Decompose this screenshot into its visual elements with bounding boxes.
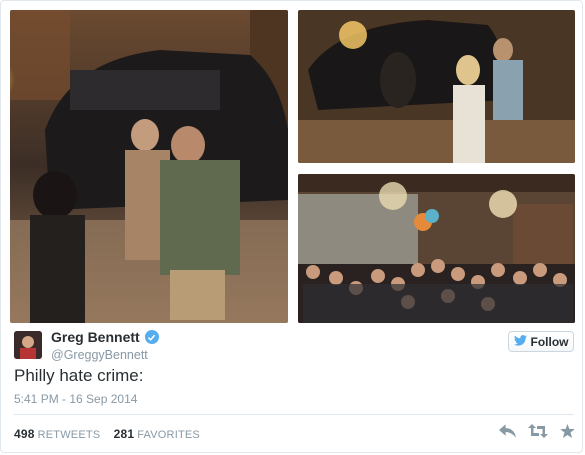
follow-button[interactable]: Follow xyxy=(508,331,574,352)
avatar-image xyxy=(14,331,42,359)
retweets-stat[interactable]: 498 RETWEETS xyxy=(14,427,101,441)
star-icon[interactable] xyxy=(560,424,575,438)
author-name-row[interactable]: Greg Bennett xyxy=(51,329,159,345)
tweet-actions xyxy=(499,424,575,438)
divider xyxy=(14,414,574,415)
favorites-label: FAVORITES xyxy=(137,429,200,441)
tweet-card: Greg Bennett @GreggyBennett Follow Phill… xyxy=(0,0,583,453)
retweet-icon[interactable] xyxy=(528,424,548,438)
favorites-count: 281 xyxy=(113,427,135,441)
tweet-timestamp[interactable]: 5:41 PM - 16 Sep 2014 xyxy=(14,392,137,406)
verified-badge-icon xyxy=(144,330,159,344)
tweet-photo-group[interactable] xyxy=(298,174,575,323)
tweet-photo-street-group[interactable] xyxy=(10,10,288,323)
reply-icon[interactable] xyxy=(499,424,516,438)
tweet-stats: 498 RETWEETS 281 FAVORITES xyxy=(14,427,200,441)
group-photo-image xyxy=(298,174,575,323)
retweets-count: 498 xyxy=(14,427,35,441)
street-photo-image xyxy=(10,10,288,323)
author-name[interactable]: Greg Bennett xyxy=(51,329,140,345)
author-handle[interactable]: @GreggyBennett xyxy=(51,348,148,362)
tweet-text: Philly hate crime: xyxy=(14,366,144,385)
author-avatar[interactable] xyxy=(14,331,42,359)
follow-button-label: Follow xyxy=(530,334,569,349)
favorites-stat[interactable]: 281 FAVORITES xyxy=(113,427,200,441)
twitter-bird-icon xyxy=(513,334,527,349)
tweet-photo-street-woman[interactable] xyxy=(298,10,575,163)
retweets-label: RETWEETS xyxy=(37,429,101,441)
street-photo-image xyxy=(298,10,575,163)
